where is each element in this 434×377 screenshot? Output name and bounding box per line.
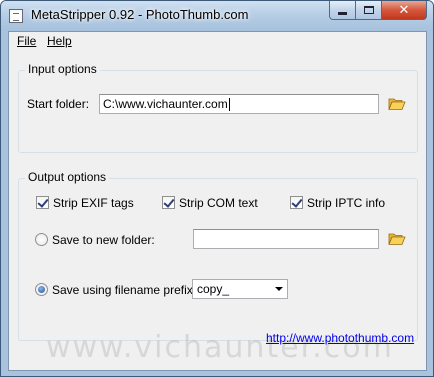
window-title: MetaStripper 0.92 - PhotoThumb.com (31, 7, 249, 22)
client-area: File Help Input options Start folder: C:… (8, 31, 427, 371)
chevron-down-icon[interactable] (275, 287, 283, 291)
strip-iptc-label[interactable]: Strip IPTC info (307, 196, 385, 210)
app-icon[interactable] (9, 9, 23, 23)
close-icon: ✕ (398, 2, 410, 17)
title-bar[interactable]: MetaStripper 0.92 - PhotoThumb.com ✕ (1, 1, 433, 31)
photothumb-link[interactable]: http://www.photothumb.com (266, 331, 414, 345)
menu-bar: File Help (9, 32, 426, 51)
maximize-button[interactable] (356, 1, 382, 20)
start-folder-label: Start folder: (27, 97, 90, 111)
input-options-legend: Input options (25, 62, 100, 76)
save-new-folder-label[interactable]: Save to new folder: (52, 233, 155, 247)
input-options-group: Input options Start folder: C:\www.vicha… (18, 62, 418, 153)
strip-com-label[interactable]: Strip COM text (179, 196, 258, 210)
save-prefix-label[interactable]: Save using filename prefix: (52, 283, 196, 297)
strip-com-checkbox[interactable] (162, 196, 175, 209)
output-options-legend: Output options (25, 170, 110, 184)
output-options-group: Output options Strip EXIF tags Strip COM… (18, 170, 418, 341)
save-new-folder-radio[interactable] (35, 233, 48, 246)
prefix-combobox[interactable]: copy_ (192, 279, 288, 299)
minimize-button[interactable] (329, 1, 356, 20)
new-folder-input[interactable] (193, 229, 379, 249)
app-window: MetaStripper 0.92 - PhotoThumb.com ✕ Fil… (0, 0, 434, 377)
close-button[interactable]: ✕ (382, 1, 427, 20)
start-folder-input[interactable]: C:\www.vichaunter.com (99, 94, 379, 114)
strip-exif-checkbox[interactable] (36, 196, 49, 209)
menu-help[interactable]: Help (47, 34, 72, 48)
save-prefix-radio[interactable] (35, 283, 48, 296)
strip-iptc-checkbox[interactable] (290, 196, 303, 209)
prefix-value: copy_ (197, 282, 230, 296)
strip-exif-label[interactable]: Strip EXIF tags (53, 196, 134, 210)
folder-open-icon[interactable] (388, 232, 406, 246)
minimize-icon (338, 11, 347, 15)
start-folder-value: C:\www.vichaunter.com (103, 97, 228, 111)
menu-file-label: File (17, 34, 37, 48)
maximize-icon (363, 6, 374, 14)
text-caret (228, 98, 230, 112)
menu-help-label: Help (47, 34, 72, 48)
folder-open-icon[interactable] (388, 97, 406, 111)
menu-file[interactable]: File (17, 34, 36, 48)
window-controls: ✕ (329, 1, 427, 21)
